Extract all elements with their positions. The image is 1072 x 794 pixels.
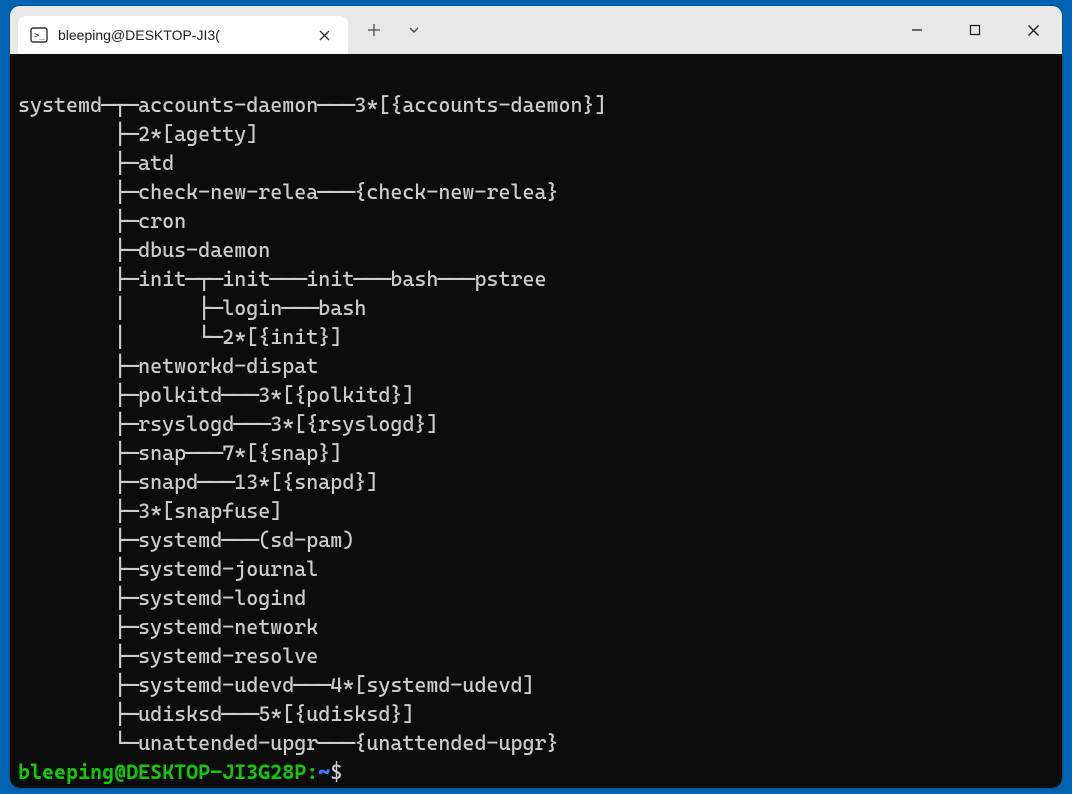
pstree-line: ├─check-new-relea───{check-new-relea} — [18, 180, 559, 204]
pstree-line: ├─cron — [18, 209, 186, 233]
pstree-line: ├─snapd───13*[{snapd}] — [18, 470, 378, 494]
pstree-line: ├─networkd-dispat — [18, 354, 318, 378]
pstree-line: ├─dbus-daemon — [18, 238, 270, 262]
prompt-user-host: bleeping@DESKTOP-JI3G28P — [18, 760, 306, 784]
pstree-line: ├─snap───7*[{snap}] — [18, 441, 342, 465]
pstree-line: ├─atd — [18, 151, 174, 175]
tab-close-button[interactable] — [314, 25, 334, 45]
tab-dropdown-button[interactable] — [394, 6, 434, 54]
tab-title: bleeping@DESKTOP-JI3( — [58, 27, 304, 43]
minimize-button[interactable] — [888, 6, 946, 54]
pstree-line: ├─init─┬─init───init───bash───pstree — [18, 267, 547, 291]
terminal-icon: >_ — [30, 26, 48, 44]
titlebar-drag-area[interactable] — [434, 6, 888, 54]
close-icon — [1027, 24, 1040, 37]
prompt-symbol: $ — [330, 760, 342, 784]
svg-text:>_: >_ — [34, 31, 45, 41]
pstree-line: │ └─2*[{init}] — [18, 325, 342, 349]
tab-strip: >_ bleeping@DESKTOP-JI3( — [10, 6, 348, 54]
pstree-line: ├─systemd-network — [18, 615, 318, 639]
pstree-line: ├─systemd-udevd───4*[systemd-udevd] — [18, 673, 535, 697]
pstree-line: ├─systemd-logind — [18, 586, 306, 610]
tab-active[interactable]: >_ bleeping@DESKTOP-JI3( — [18, 16, 348, 54]
chevron-down-icon — [408, 24, 420, 36]
pstree-line: └─unattended-upgr───{unattended-upgr} — [18, 731, 559, 755]
pstree-line: ├─udisksd───5*[{udisksd}] — [18, 702, 414, 726]
terminal-window: >_ bleeping@DESKTOP-JI3( — [10, 6, 1062, 788]
pstree-line: ├─2*[agetty] — [18, 122, 258, 146]
maximize-button[interactable] — [946, 6, 1004, 54]
pstree-line: ├─systemd-resolve — [18, 644, 318, 668]
new-tab-button[interactable] — [354, 6, 394, 54]
pstree-line: ├─polkitd───3*[{polkitd}] — [18, 383, 414, 407]
pstree-line: │ ├─login───bash — [18, 296, 366, 320]
close-icon — [319, 30, 330, 41]
titlebar[interactable]: >_ bleeping@DESKTOP-JI3( — [10, 6, 1062, 54]
pstree-line: ├─systemd-journal — [18, 557, 318, 581]
terminal-viewport[interactable]: systemd─┬─accounts-daemon───3*[{accounts… — [10, 54, 1062, 788]
pstree-line: ├─systemd───(sd-pam) — [18, 528, 354, 552]
pstree-line: ├─rsyslogd───3*[{rsyslogd}] — [18, 412, 438, 436]
prompt-separator: : — [306, 760, 318, 784]
pstree-line: systemd─┬─accounts-daemon───3*[{accounts… — [18, 93, 607, 117]
pstree-output: systemd─┬─accounts-daemon───3*[{accounts… — [18, 91, 1054, 787]
pstree-line: ├─3*[snapfuse] — [18, 499, 282, 523]
prompt-path: ~ — [318, 760, 330, 784]
minimize-icon — [911, 24, 923, 36]
maximize-icon — [969, 24, 981, 36]
window-controls — [888, 6, 1062, 54]
plus-icon — [367, 23, 381, 37]
window-close-button[interactable] — [1004, 6, 1062, 54]
